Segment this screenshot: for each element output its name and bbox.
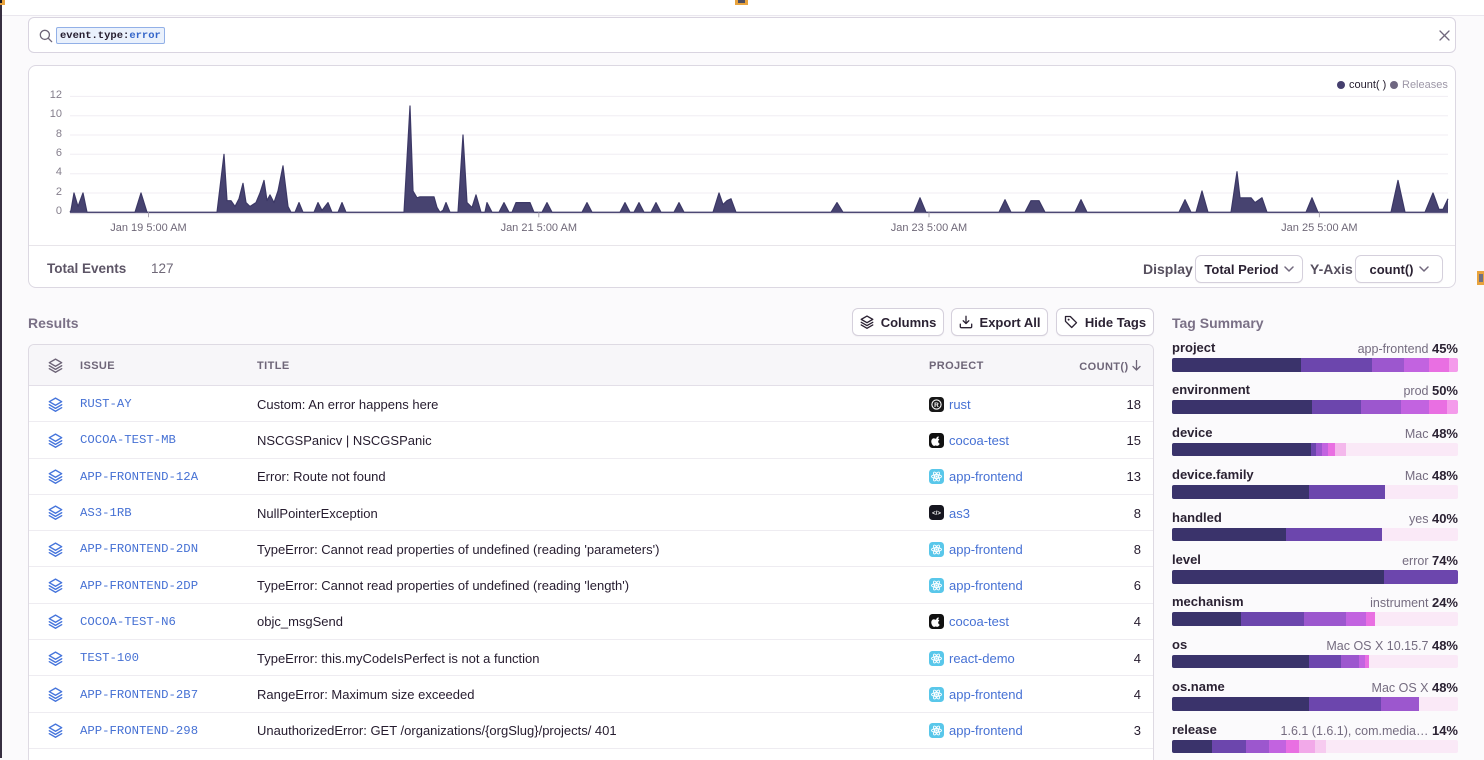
svg-text:</>: </> [932,511,941,517]
svg-text:R: R [934,402,939,409]
